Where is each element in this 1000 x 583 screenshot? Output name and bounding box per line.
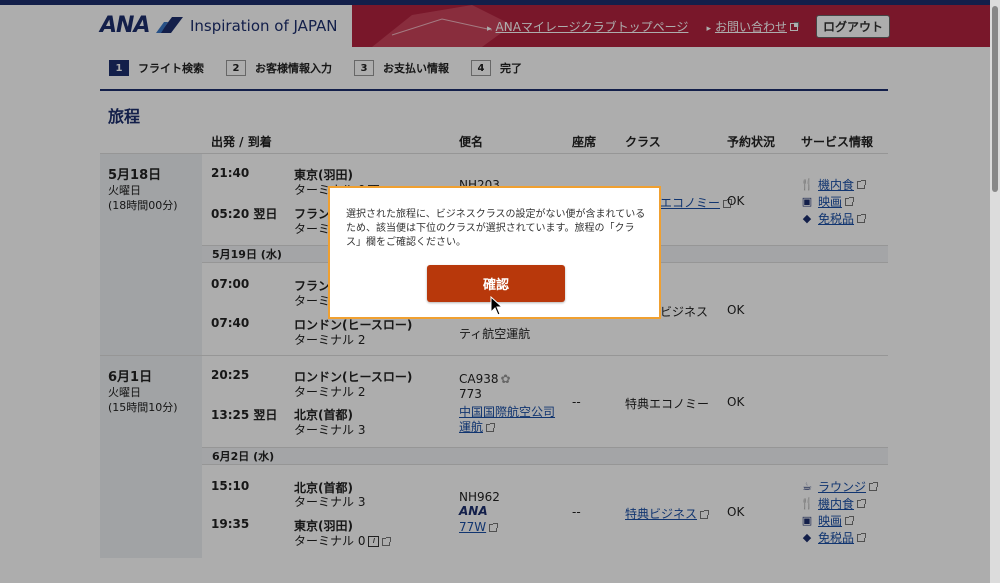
scrollbar[interactable] — [990, 0, 1000, 583]
mouse-cursor-icon — [490, 296, 504, 316]
dialog-message: 選択された旅程に、ビジネスクラスの設定がない便が含まれているため、該当便は下位の… — [346, 209, 646, 248]
scroll-thumb[interactable] — [992, 6, 998, 192]
